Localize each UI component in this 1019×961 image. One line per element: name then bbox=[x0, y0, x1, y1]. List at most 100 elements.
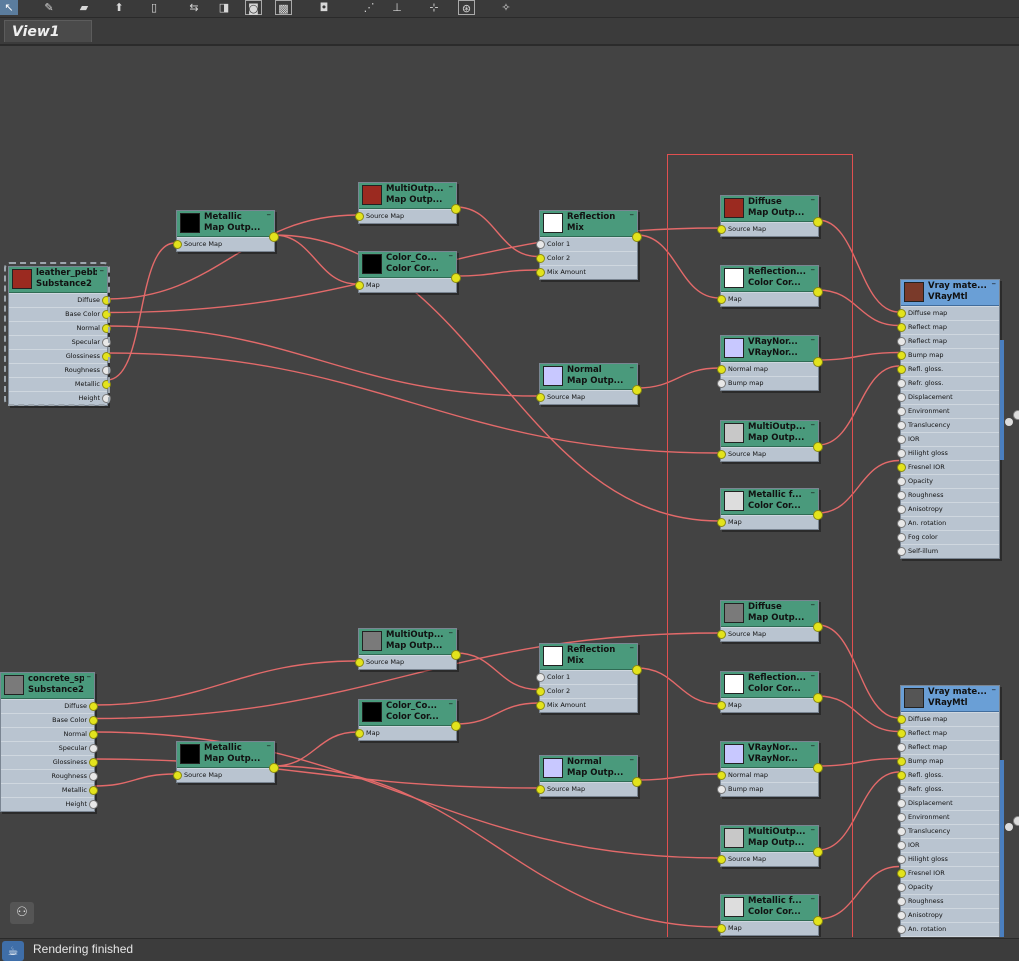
output-socket[interactable] bbox=[269, 232, 279, 242]
input-slot[interactable]: An. rotation bbox=[897, 922, 999, 936]
move-children-icon[interactable]: ⇆ bbox=[185, 0, 203, 15]
input-socket[interactable] bbox=[897, 925, 906, 934]
node-header[interactable]: Reflection... Color Cor... – bbox=[721, 266, 818, 292]
bucket-icon[interactable]: ⬆ bbox=[110, 0, 128, 15]
node-diff2[interactable]: Diffuse Map Outp... – Source Map bbox=[717, 600, 823, 642]
input-socket[interactable] bbox=[173, 240, 182, 249]
input-slot[interactable]: Map bbox=[717, 921, 818, 935]
node-header[interactable]: MultiOutp... Map Outp... – bbox=[359, 183, 456, 209]
input-socket[interactable] bbox=[536, 254, 545, 263]
node-header[interactable]: Vray mate... VRayMtl – bbox=[901, 280, 999, 306]
node-metal1[interactable]: Metallic Map Outp... – Source Map bbox=[173, 210, 279, 252]
input-slot[interactable]: Reflect map bbox=[897, 334, 999, 348]
output-socket[interactable] bbox=[813, 442, 823, 452]
connection-wire[interactable] bbox=[636, 367, 720, 389]
node-vmtl1[interactable]: Vray mate... VRayMtl – Diffuse map Reflect m… bbox=[897, 279, 1019, 559]
input-slot[interactable]: Fog color bbox=[901, 936, 999, 937]
input-socket[interactable] bbox=[897, 729, 906, 738]
node-scrollbar[interactable] bbox=[1000, 340, 1004, 460]
input-socket[interactable] bbox=[897, 785, 906, 794]
node-header[interactable]: Normal Map Outp... – bbox=[540, 364, 637, 390]
input-slot[interactable]: Source Map bbox=[717, 447, 818, 461]
collapse-icon[interactable]: – bbox=[449, 700, 454, 709]
output-socket[interactable] bbox=[813, 510, 823, 520]
node-header[interactable]: Metallic f... Color Cor... – bbox=[721, 489, 818, 515]
output-socket[interactable] bbox=[813, 357, 823, 367]
input-slot[interactable]: Source Map bbox=[355, 209, 456, 223]
input-socket[interactable] bbox=[355, 729, 364, 738]
input-slot[interactable]: Fog color bbox=[897, 530, 999, 544]
input-socket[interactable] bbox=[717, 225, 726, 234]
input-socket[interactable] bbox=[536, 393, 545, 402]
output-socket[interactable] bbox=[813, 693, 823, 703]
node-multi2[interactable]: MultiOutp... Map Outp... – Source Map bbox=[355, 628, 461, 670]
node-colcor2[interactable]: Color_Co... Color Cor... – Map bbox=[355, 699, 461, 741]
collapse-icon[interactable]: – bbox=[630, 364, 635, 373]
node-scrollbar[interactable] bbox=[1000, 760, 1004, 937]
node-header[interactable]: VRayNor... VRayNor... – bbox=[721, 742, 818, 768]
output-socket[interactable] bbox=[813, 847, 823, 857]
output-socket[interactable] bbox=[89, 702, 98, 711]
input-slot[interactable]: Bump map bbox=[717, 376, 818, 390]
input-slot[interactable]: Refl. gloss. bbox=[897, 362, 999, 376]
output-socket[interactable] bbox=[813, 916, 823, 926]
input-slot[interactable]: Color 1 bbox=[536, 670, 637, 684]
connection-wire[interactable] bbox=[817, 365, 900, 446]
input-socket[interactable] bbox=[897, 883, 906, 892]
connection-wire[interactable] bbox=[817, 459, 900, 514]
collapse-icon[interactable]: – bbox=[449, 252, 454, 261]
collapse-icon[interactable]: – bbox=[811, 742, 816, 751]
input-socket[interactable] bbox=[897, 547, 906, 556]
input-slot[interactable]: Mix Amount bbox=[536, 698, 637, 712]
output-socket[interactable] bbox=[632, 665, 642, 675]
input-socket[interactable] bbox=[536, 687, 545, 696]
collapse-icon[interactable]: – bbox=[992, 280, 997, 289]
connection-wire[interactable] bbox=[273, 731, 358, 767]
input-slot[interactable]: Normal map bbox=[717, 362, 818, 376]
input-socket[interactable] bbox=[897, 435, 906, 444]
input-slot[interactable]: Source Map bbox=[717, 627, 818, 641]
input-slot[interactable]: Hilight gloss bbox=[897, 852, 999, 866]
input-socket[interactable] bbox=[897, 869, 906, 878]
material-output-socket[interactable] bbox=[1013, 410, 1019, 420]
brush-icon[interactable]: ▰ bbox=[75, 0, 93, 15]
input-socket[interactable] bbox=[897, 337, 906, 346]
input-socket[interactable] bbox=[897, 309, 906, 318]
arrange-icon[interactable]: ⋰ bbox=[360, 0, 378, 15]
connection-wire[interactable] bbox=[455, 652, 539, 691]
input-slot[interactable]: Color 2 bbox=[536, 251, 637, 265]
input-slot[interactable]: Source Map bbox=[717, 222, 818, 236]
input-slot[interactable]: IOR bbox=[897, 838, 999, 852]
output-socket[interactable] bbox=[451, 204, 461, 214]
input-socket[interactable] bbox=[536, 268, 545, 277]
node-refmix2[interactable]: Reflection Mix – Color 1 Color 2 Mix Amount bbox=[536, 643, 642, 713]
input-socket[interactable] bbox=[717, 701, 726, 710]
collapse-icon[interactable]: – bbox=[630, 211, 635, 220]
node-metcc2[interactable]: Metallic f... Color Cor... – Map bbox=[717, 894, 823, 936]
output-socket[interactable] bbox=[632, 232, 642, 242]
input-slot[interactable]: Map bbox=[717, 292, 818, 306]
output-slot[interactable]: Glossiness bbox=[1, 755, 98, 769]
connection-wire[interactable] bbox=[817, 757, 900, 767]
collapse-icon[interactable]: – bbox=[811, 336, 816, 345]
input-slot[interactable]: Diffuse map bbox=[897, 712, 999, 726]
connection-wire[interactable] bbox=[817, 351, 900, 361]
connection-wire[interactable] bbox=[817, 219, 900, 313]
output-socket[interactable] bbox=[632, 777, 642, 787]
node-sub2[interactable]: concrete_sp...Substance2– Diffuse Base Col… bbox=[0, 672, 98, 812]
input-socket[interactable] bbox=[897, 491, 906, 500]
node-diff1[interactable]: Diffuse Map Outp... – Source Map bbox=[717, 195, 823, 237]
input-socket[interactable] bbox=[897, 323, 906, 332]
render-icon[interactable]: ✧ bbox=[497, 0, 515, 15]
input-slot[interactable]: Refr. gloss. bbox=[897, 782, 999, 796]
input-slot[interactable]: Environment bbox=[897, 810, 999, 824]
input-socket[interactable] bbox=[897, 365, 906, 374]
node-vnorm1[interactable]: VRayNor... VRayNor... – Normal map Bump map bbox=[717, 335, 823, 391]
connection-wire[interactable] bbox=[817, 289, 900, 327]
input-socket[interactable] bbox=[536, 701, 545, 710]
node-colcor1[interactable]: Color_Co... Color Cor... – Map bbox=[355, 251, 461, 293]
input-socket[interactable] bbox=[897, 505, 906, 514]
collapse-icon[interactable]: – bbox=[449, 183, 454, 192]
collapse-icon[interactable]: – bbox=[811, 826, 816, 835]
input-socket[interactable] bbox=[897, 477, 906, 486]
